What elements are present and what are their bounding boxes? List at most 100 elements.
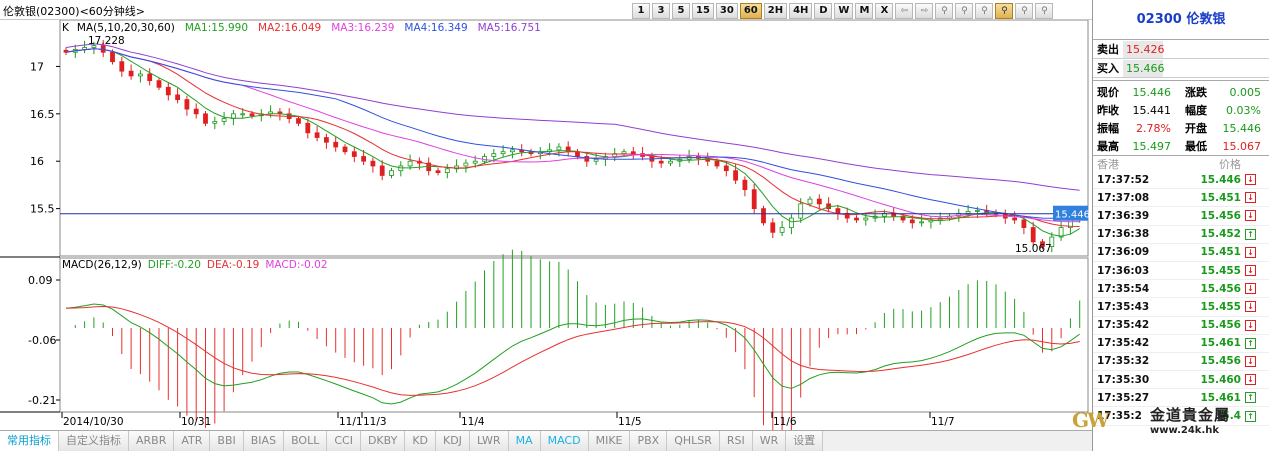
candle-body <box>491 153 497 157</box>
candle-body <box>203 113 208 124</box>
ma-legend-1: MA1:15.990 <box>185 22 248 34</box>
period-button-4h[interactable]: 4H <box>789 3 813 19</box>
candle-body <box>1030 227 1036 243</box>
tab-13[interactable]: MACD <box>540 431 589 451</box>
ma-legend: K MA(5,10,20,30,60) MA1:15.990 MA2:16.049 MA… <box>62 22 541 34</box>
tab-1[interactable]: 自定义指标 <box>59 431 129 451</box>
tab-0[interactable]: 常用指标 <box>0 431 59 451</box>
arrow-left-icon[interactable]: ⇦ <box>895 3 914 19</box>
indicator-tab-bar: 常用指标 自定义指标 ARBR ATR BBI BIAS BOLL CCI DKBY KD KDJ L… <box>0 430 1092 451</box>
candle-body <box>658 160 664 164</box>
trade-price: 15.461 <box>1200 337 1241 350</box>
candle-body <box>249 113 255 117</box>
ma-line-5 <box>65 43 1080 191</box>
tab-18[interactable]: WR <box>752 431 787 451</box>
candle-body <box>714 160 720 167</box>
trade-price: 15.452 <box>1200 228 1241 241</box>
quote-label: 开盘 <box>1185 122 1207 135</box>
tab-8[interactable]: DKBY <box>360 431 406 451</box>
tab-6[interactable]: BOLL <box>284 431 328 451</box>
trade-row: 17:35:30 15.460 ↓ <box>1093 371 1269 390</box>
tab-12[interactable]: MA <box>508 431 541 451</box>
candle-body <box>593 158 599 162</box>
candle-body <box>723 165 729 172</box>
candle-body <box>156 80 162 88</box>
zoom-fit-icon[interactable]: ⚲ <box>1035 3 1054 19</box>
candle-body <box>816 198 822 205</box>
period-button-x[interactable]: X <box>875 3 894 19</box>
trade-price: 15.446 <box>1200 173 1241 186</box>
x-tick-label: 11/5 <box>618 416 642 428</box>
trade-row: 17:37:52 15.446 ↓ <box>1093 171 1269 190</box>
macd-params: MACD(26,12,9) <box>62 259 142 271</box>
candle-body <box>193 108 199 115</box>
arrow-up-icon: ↑ <box>1245 228 1256 240</box>
zoom-active-icon[interactable]: ⚲ <box>995 3 1014 19</box>
candle-body <box>184 99 190 110</box>
arrow-down-icon: ↓ <box>1245 192 1256 204</box>
zoom-icon[interactable]: ⚲ <box>935 3 954 19</box>
y-tick-label: 16.5 <box>30 108 55 121</box>
candle-body <box>1021 219 1027 228</box>
candle-body <box>789 217 794 228</box>
trade-time: 17:37:08 <box>1097 191 1150 204</box>
candle-body <box>975 210 980 212</box>
buy-label: 买入 <box>1097 62 1119 75</box>
candle-body <box>370 160 376 167</box>
tab-3[interactable]: ATR <box>174 431 211 451</box>
trades-list[interactable]: 17:37:52 15.446 ↓ 17:37:08 15.451 ↓ 17:36:39 15… <box>1093 171 1269 426</box>
zoom-reset-icon[interactable]: ⚲ <box>1015 3 1034 19</box>
quote-value: 15.067 <box>1222 139 1262 153</box>
tab-10[interactable]: KDJ <box>436 431 470 451</box>
quote-label: 振幅 <box>1097 122 1119 135</box>
ma-legend-3: MA3:16.239 <box>331 22 394 34</box>
period-button-15[interactable]: 15 <box>692 3 714 19</box>
trade-row: 17:35:42 15.456 ↓ <box>1093 317 1269 335</box>
candle-body <box>175 94 181 101</box>
candle-body <box>379 165 385 176</box>
candle-body <box>770 222 776 233</box>
period-button-30[interactable]: 30 <box>715 3 738 19</box>
candle-body <box>221 118 227 122</box>
candle-body <box>212 121 218 124</box>
tab-19[interactable]: 设置 <box>786 431 824 451</box>
period-button-2h[interactable]: 2H <box>763 3 788 19</box>
tab-9[interactable]: KD <box>405 431 436 451</box>
arrow-down-icon: ↓ <box>1245 265 1256 277</box>
chart-area[interactable]: 17 16.5 16 15.5 K MA(5,10,20,30,60) MA1:15.990… <box>0 20 1092 430</box>
period-button-3[interactable]: 3 <box>652 3 670 19</box>
tab-11[interactable]: LWR <box>469 431 509 451</box>
zoom-in-icon[interactable]: ⚲ <box>955 3 974 19</box>
tab-4[interactable]: BBI <box>210 431 244 451</box>
candle-body <box>733 170 738 181</box>
arrow-right-icon[interactable]: ⇨ <box>915 3 934 19</box>
period-button-1[interactable]: 1 <box>632 3 650 19</box>
quote-value: 15.497 <box>1132 139 1172 153</box>
candle-body <box>110 51 115 63</box>
period-button-5[interactable]: 5 <box>672 3 690 19</box>
period-button-m[interactable]: M <box>855 3 874 19</box>
tab-2[interactable]: ARBR <box>129 431 175 451</box>
quote-sidebar: 02300 伦敦银 卖出 15.426 买入 15.466 现价 15.446 涨跌… <box>1092 0 1269 451</box>
ma-legend-2: MA2:16.049 <box>258 22 321 34</box>
arrow-down-icon: ↓ <box>1245 174 1256 186</box>
ma-line-1 <box>65 48 1080 237</box>
tab-7[interactable]: CCI <box>327 431 361 451</box>
tab-16[interactable]: QHLSR <box>667 431 720 451</box>
high-label: 17.228 <box>88 35 125 47</box>
tab-15[interactable]: PBX <box>630 431 668 451</box>
tab-14[interactable]: MIKE <box>588 431 631 451</box>
zoom-out-icon[interactable]: ⚲ <box>975 3 994 19</box>
trade-time: 17:35:43 <box>1097 300 1150 313</box>
period-button-60[interactable]: 60 <box>739 3 762 19</box>
candle-body <box>575 151 580 157</box>
candle-body <box>630 151 636 155</box>
tab-17[interactable]: RSI <box>719 431 753 451</box>
arrow-down-icon: ↓ <box>1245 210 1256 222</box>
period-button-w[interactable]: W <box>834 3 854 19</box>
k-label: K <box>62 22 70 34</box>
tab-5[interactable]: BIAS <box>243 431 285 451</box>
period-button-d[interactable]: D <box>814 3 833 19</box>
trade-row: 17:35:54 15.456 ↓ <box>1093 280 1269 299</box>
ma-legend-4: MA4:16.349 <box>404 22 467 34</box>
